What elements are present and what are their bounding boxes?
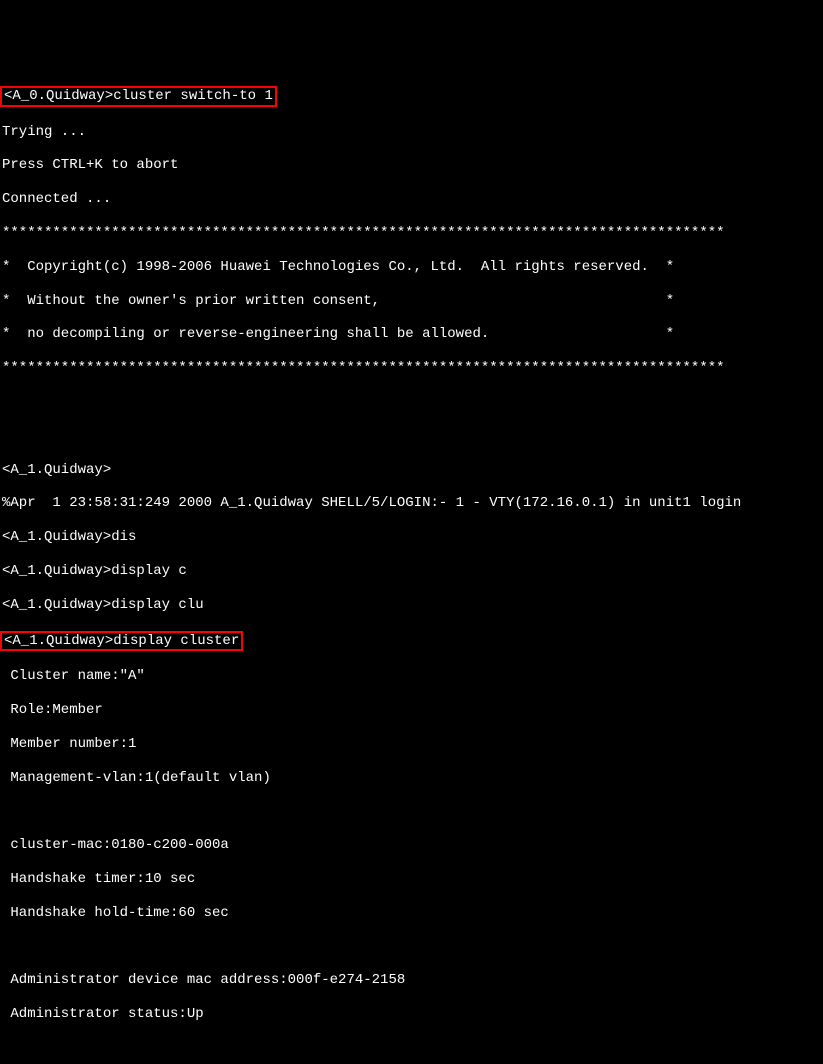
terminal-line: <A_1.Quidway>display cluster <box>2 631 821 652</box>
terminal-line: Cluster name:"A" <box>2 668 821 685</box>
terminal-line: * no decompiling or reverse-engineering … <box>2 326 821 343</box>
terminal-line: * Copyright(c) 1998-2006 Huawei Technolo… <box>2 259 821 276</box>
terminal-line: Connected ... <box>2 191 821 208</box>
highlighted-command-2: <A_1.Quidway>display cluster <box>0 631 243 652</box>
terminal-line <box>2 428 821 445</box>
terminal-line: <A_1.Quidway> <box>2 462 821 479</box>
terminal-line <box>2 803 821 820</box>
terminal-line: Administrator device mac address:000f-e2… <box>2 972 821 989</box>
terminal-line: * Without the owner's prior written cons… <box>2 293 821 310</box>
terminal-line: cluster-mac:0180-c200-000a <box>2 837 821 854</box>
terminal-line: Member number:1 <box>2 736 821 753</box>
terminal-output: <A_0.Quidway>cluster switch-to 1 Trying … <box>2 69 821 1040</box>
terminal-line: Handshake hold-time:60 sec <box>2 905 821 922</box>
terminal-line: Role:Member <box>2 702 821 719</box>
prompt-command-text: <A_0.Quidway>cluster switch-to 1 <box>4 88 273 104</box>
terminal-line: <A_1.Quidway>display c <box>2 563 821 580</box>
terminal-line: Administrator status:Up <box>2 1006 821 1023</box>
terminal-line: Trying ... <box>2 124 821 141</box>
terminal-line: ****************************************… <box>2 225 821 242</box>
terminal-line: Handshake timer:10 sec <box>2 871 821 888</box>
terminal-line: Press CTRL+K to abort <box>2 157 821 174</box>
terminal-line: <A_0.Quidway>cluster switch-to 1 <box>2 86 821 107</box>
terminal-line <box>2 394 821 411</box>
terminal-line: ****************************************… <box>2 360 821 377</box>
terminal-line: <A_1.Quidway>display clu <box>2 597 821 614</box>
highlighted-command-1: <A_0.Quidway>cluster switch-to 1 <box>0 86 277 107</box>
terminal-line <box>2 939 821 956</box>
prompt-command-text: <A_1.Quidway>display cluster <box>4 633 239 649</box>
terminal-line: %Apr 1 23:58:31:249 2000 A_1.Quidway SHE… <box>2 495 821 512</box>
terminal-line: Management-vlan:1(default vlan) <box>2 770 821 787</box>
